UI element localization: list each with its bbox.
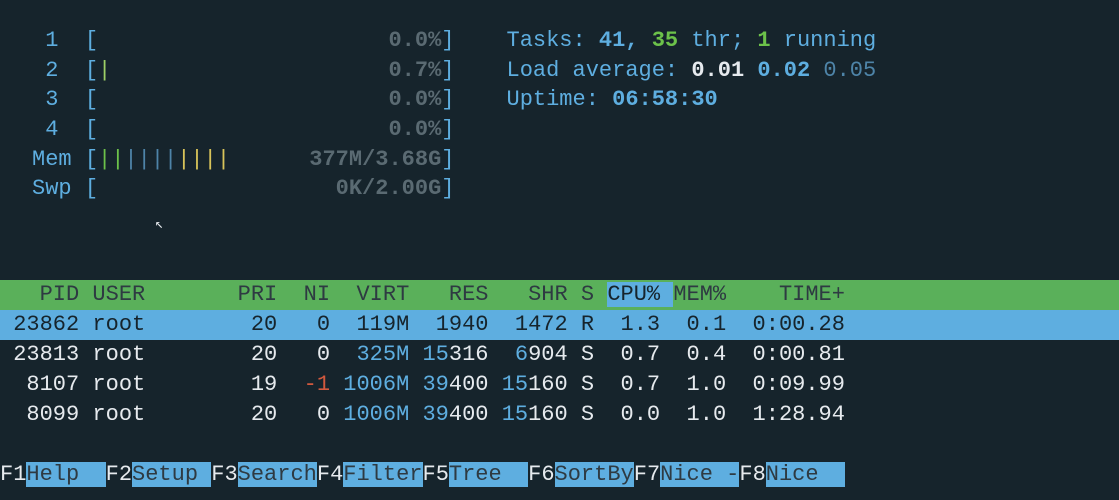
fkey-F7: F7 <box>634 462 660 487</box>
fkey-F1: F1 <box>0 462 26 487</box>
cpu-meter-4: 4 [ 0.0%] <box>32 115 455 145</box>
fkey-F5: F5 <box>423 462 449 487</box>
fkey-F3-label[interactable]: Search <box>238 462 317 487</box>
swp-meter: Swp [ 0K/2.00G] <box>32 174 455 204</box>
cpu-meter-3: 3 [ 0.0%] <box>32 85 455 115</box>
fkey-F8: F8 <box>739 462 765 487</box>
meters-panel: 1 [ 0.0%] 2 [| 0.7%] 3 [ 0.0%] 4 [ 0.0%]… <box>32 26 455 204</box>
mem-meter: Mem [|||||||||| 377M/3.68G] <box>32 145 455 175</box>
mouse-cursor: ↖ <box>155 216 163 235</box>
cpu-meter-2: 2 [| 0.7%] <box>32 56 455 86</box>
tasks-line: Tasks: 41, 35 thr; 1 running <box>507 26 877 56</box>
fkey-F4-label[interactable]: Filter <box>343 462 422 487</box>
fkey-F1-label[interactable]: Help <box>26 462 105 487</box>
table-row[interactable]: 23862 root 20 0 119M 1940 1472 R 1.3 0.1… <box>0 310 1119 340</box>
fkey-F2: F2 <box>106 462 132 487</box>
stats-panel: Tasks: 41, 35 thr; 1 runningLoad average… <box>507 26 877 204</box>
fkey-F2-label[interactable]: Setup <box>132 462 211 487</box>
uptime-line: Uptime: 06:58:30 <box>507 85 877 115</box>
fkey-F7-label[interactable]: Nice - <box>660 462 739 487</box>
load-line: Load average: 0.01 0.02 0.05 <box>507 56 877 86</box>
process-table: PID USER PRI NI VIRT RES SHR S CPU% MEM%… <box>0 280 1119 430</box>
table-row[interactable]: 8107 root 19 -1 1006M 39400 15160 S 0.7 … <box>0 370 1119 400</box>
fkey-F3: F3 <box>211 462 237 487</box>
table-row[interactable]: 8099 root 20 0 1006M 39400 15160 S 0.0 1… <box>0 400 1119 430</box>
table-header[interactable]: PID USER PRI NI VIRT RES SHR S CPU% MEM%… <box>0 280 1119 310</box>
fkey-F6-label[interactable]: SortBy <box>555 462 634 487</box>
table-row[interactable]: 23813 root 20 0 325M 15316 6904 S 0.7 0.… <box>0 340 1119 370</box>
fkey-F4: F4 <box>317 462 343 487</box>
fkey-F8-label[interactable]: Nice <box>766 462 845 487</box>
cpu-meter-1: 1 [ 0.0%] <box>32 26 455 56</box>
footer-bar: F1Help F2Setup F3SearchF4FilterF5Tree F6… <box>0 460 1119 490</box>
fkey-F6: F6 <box>528 462 554 487</box>
fkey-F5-label[interactable]: Tree <box>449 462 528 487</box>
